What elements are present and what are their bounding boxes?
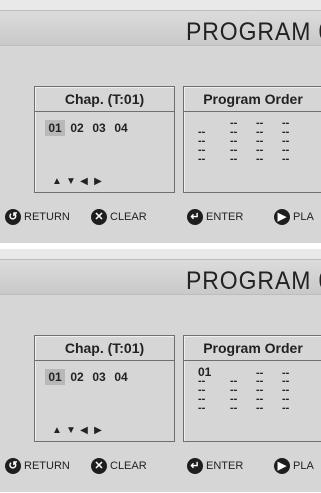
chapter-item[interactable]: 03 [89, 369, 109, 385]
clear-label: CLEAR [110, 211, 147, 223]
return-button[interactable]: ↺ RETURN [5, 209, 70, 225]
program-row: -- -- -- -- [198, 136, 308, 147]
clear-button[interactable]: ✕ CLEAR [91, 458, 147, 474]
button-guide: ↺ RETURN ✕ CLEAR ↵ ENTER ▶ PLA [0, 209, 321, 229]
program-row: -- -- -- -- [198, 394, 308, 405]
enter-label: ENTER [206, 460, 244, 472]
arrow-right-icon[interactable]: ▶ [94, 176, 108, 187]
program-row: 01 -- -- [198, 366, 308, 379]
enter-button[interactable]: ↵ ENTER [187, 458, 243, 474]
program-slot: -- [256, 153, 264, 165]
clear-icon: ✕ [91, 458, 107, 474]
play-button[interactable]: ▶ PLA [274, 209, 314, 225]
button-guide: ↺ RETURN ✕ CLEAR ↵ ENTER ▶ PLA [0, 458, 321, 478]
enter-button[interactable]: ↵ ENTER [187, 209, 243, 225]
arrow-up-icon[interactable]: ▲ [52, 425, 66, 436]
navigation-arrows: ▲▼◀▶ [52, 176, 108, 187]
return-label: RETURN [24, 211, 70, 223]
chapter-item[interactable]: 03 [89, 120, 109, 136]
arrow-down-icon[interactable]: ▼ [66, 176, 80, 187]
program-screen-2: PROGRAM 0 Chap. (T:01) 01 02 03 04 ▲▼◀▶ Pro… [0, 249, 321, 492]
enter-icon: ↵ [187, 458, 203, 474]
program-screen-1: PROGRAM 0 Chap. (T:01) 01 02 03 04 ▲▼◀▶ Pro… [0, 0, 321, 243]
chapter-list: 01 02 03 04 [45, 369, 133, 385]
program-slot: -- [198, 402, 206, 414]
program-order-heading: Program Order [184, 336, 321, 361]
arrow-down-icon[interactable]: ▼ [66, 425, 80, 436]
chapter-panel-heading: Chap. (T:01) [35, 336, 174, 361]
chapter-panel-heading: Chap. (T:01) [35, 87, 174, 112]
program-order-grid: -- -- -- -- -- -- -- -- -- -- -- -- -- -- -- -- -- --… [198, 118, 308, 165]
return-label: RETURN [24, 460, 70, 472]
program-slot: -- [282, 153, 290, 165]
program-order-grid: 01 -- -- -- -- -- -- -- -- -- -- -- -- -- -- -- -- --… [198, 366, 308, 414]
chapter-panel: Chap. (T:01) 01 02 03 04 ▲▼◀▶ [34, 335, 175, 442]
program-order-panel: Program Order 01 -- -- -- -- -- -- -- -- -- -- -… [183, 335, 321, 442]
program-slot: -- [282, 402, 290, 414]
program-row: -- -- -- -- [198, 385, 308, 396]
play-label: PLA [293, 211, 314, 223]
chapter-panel: Chap. (T:01) 01 02 03 04 ▲▼◀▶ [34, 86, 175, 193]
program-row: -- -- -- -- [198, 402, 308, 414]
program-row: -- -- -- [198, 118, 308, 129]
program-order-panel: Program Order -- -- -- -- -- -- -- -- -- -- -- -… [183, 86, 321, 193]
program-row: -- -- -- -- [198, 145, 308, 156]
program-row: -- -- -- -- [198, 376, 308, 387]
program-row: -- -- -- -- [198, 127, 308, 138]
program-slot: -- [198, 153, 206, 165]
enter-icon: ↵ [187, 209, 203, 225]
enter-label: ENTER [206, 211, 244, 223]
chapter-item[interactable]: 04 [111, 369, 131, 385]
chapter-item[interactable]: 04 [111, 120, 131, 136]
chapter-item[interactable]: 02 [67, 369, 87, 385]
program-slot: -- [256, 402, 264, 414]
chapter-item[interactable]: 02 [67, 120, 87, 136]
clear-label: CLEAR [110, 460, 147, 472]
arrow-left-icon[interactable]: ◀ [80, 176, 94, 187]
program-order-heading: Program Order [184, 87, 321, 112]
clear-icon: ✕ [91, 209, 107, 225]
program-slot: -- [230, 153, 238, 165]
play-button[interactable]: ▶ PLA [274, 458, 314, 474]
chapter-list: 01 02 03 04 [45, 120, 133, 136]
chapter-item[interactable]: 01 [45, 369, 65, 385]
return-icon: ↺ [5, 209, 21, 225]
play-icon: ▶ [274, 209, 290, 225]
clear-button[interactable]: ✕ CLEAR [91, 209, 147, 225]
arrow-up-icon[interactable]: ▲ [52, 176, 66, 187]
arrow-right-icon[interactable]: ▶ [94, 425, 108, 436]
top-band [0, 0, 321, 10]
play-label: PLA [293, 460, 314, 472]
return-button[interactable]: ↺ RETURN [5, 458, 70, 474]
page-title: PROGRAM 0 [186, 267, 321, 295]
top-band [0, 249, 321, 259]
program-slot: -- [230, 402, 238, 414]
navigation-arrows: ▲▼◀▶ [52, 425, 108, 436]
program-row: -- -- -- -- [198, 153, 308, 165]
play-icon: ▶ [274, 458, 290, 474]
chapter-item[interactable]: 01 [45, 120, 65, 136]
page-title: PROGRAM 0 [186, 18, 321, 46]
return-icon: ↺ [5, 458, 21, 474]
arrow-left-icon[interactable]: ◀ [80, 425, 94, 436]
